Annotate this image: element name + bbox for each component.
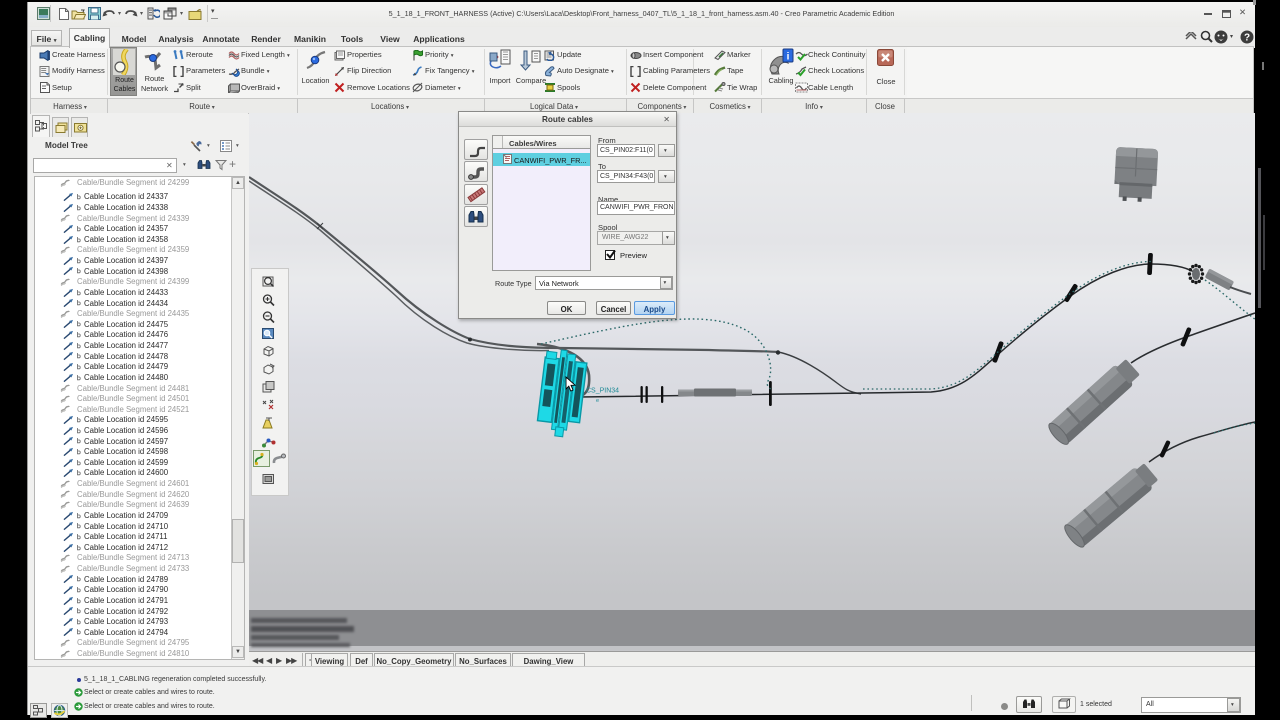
svg-text:CS_PIN34: CS_PIN34 bbox=[586, 388, 619, 395]
svg-text:e: e bbox=[596, 398, 599, 404]
svg-text:?: ? bbox=[1244, 33, 1250, 44]
svg-text:i: i bbox=[787, 52, 790, 63]
